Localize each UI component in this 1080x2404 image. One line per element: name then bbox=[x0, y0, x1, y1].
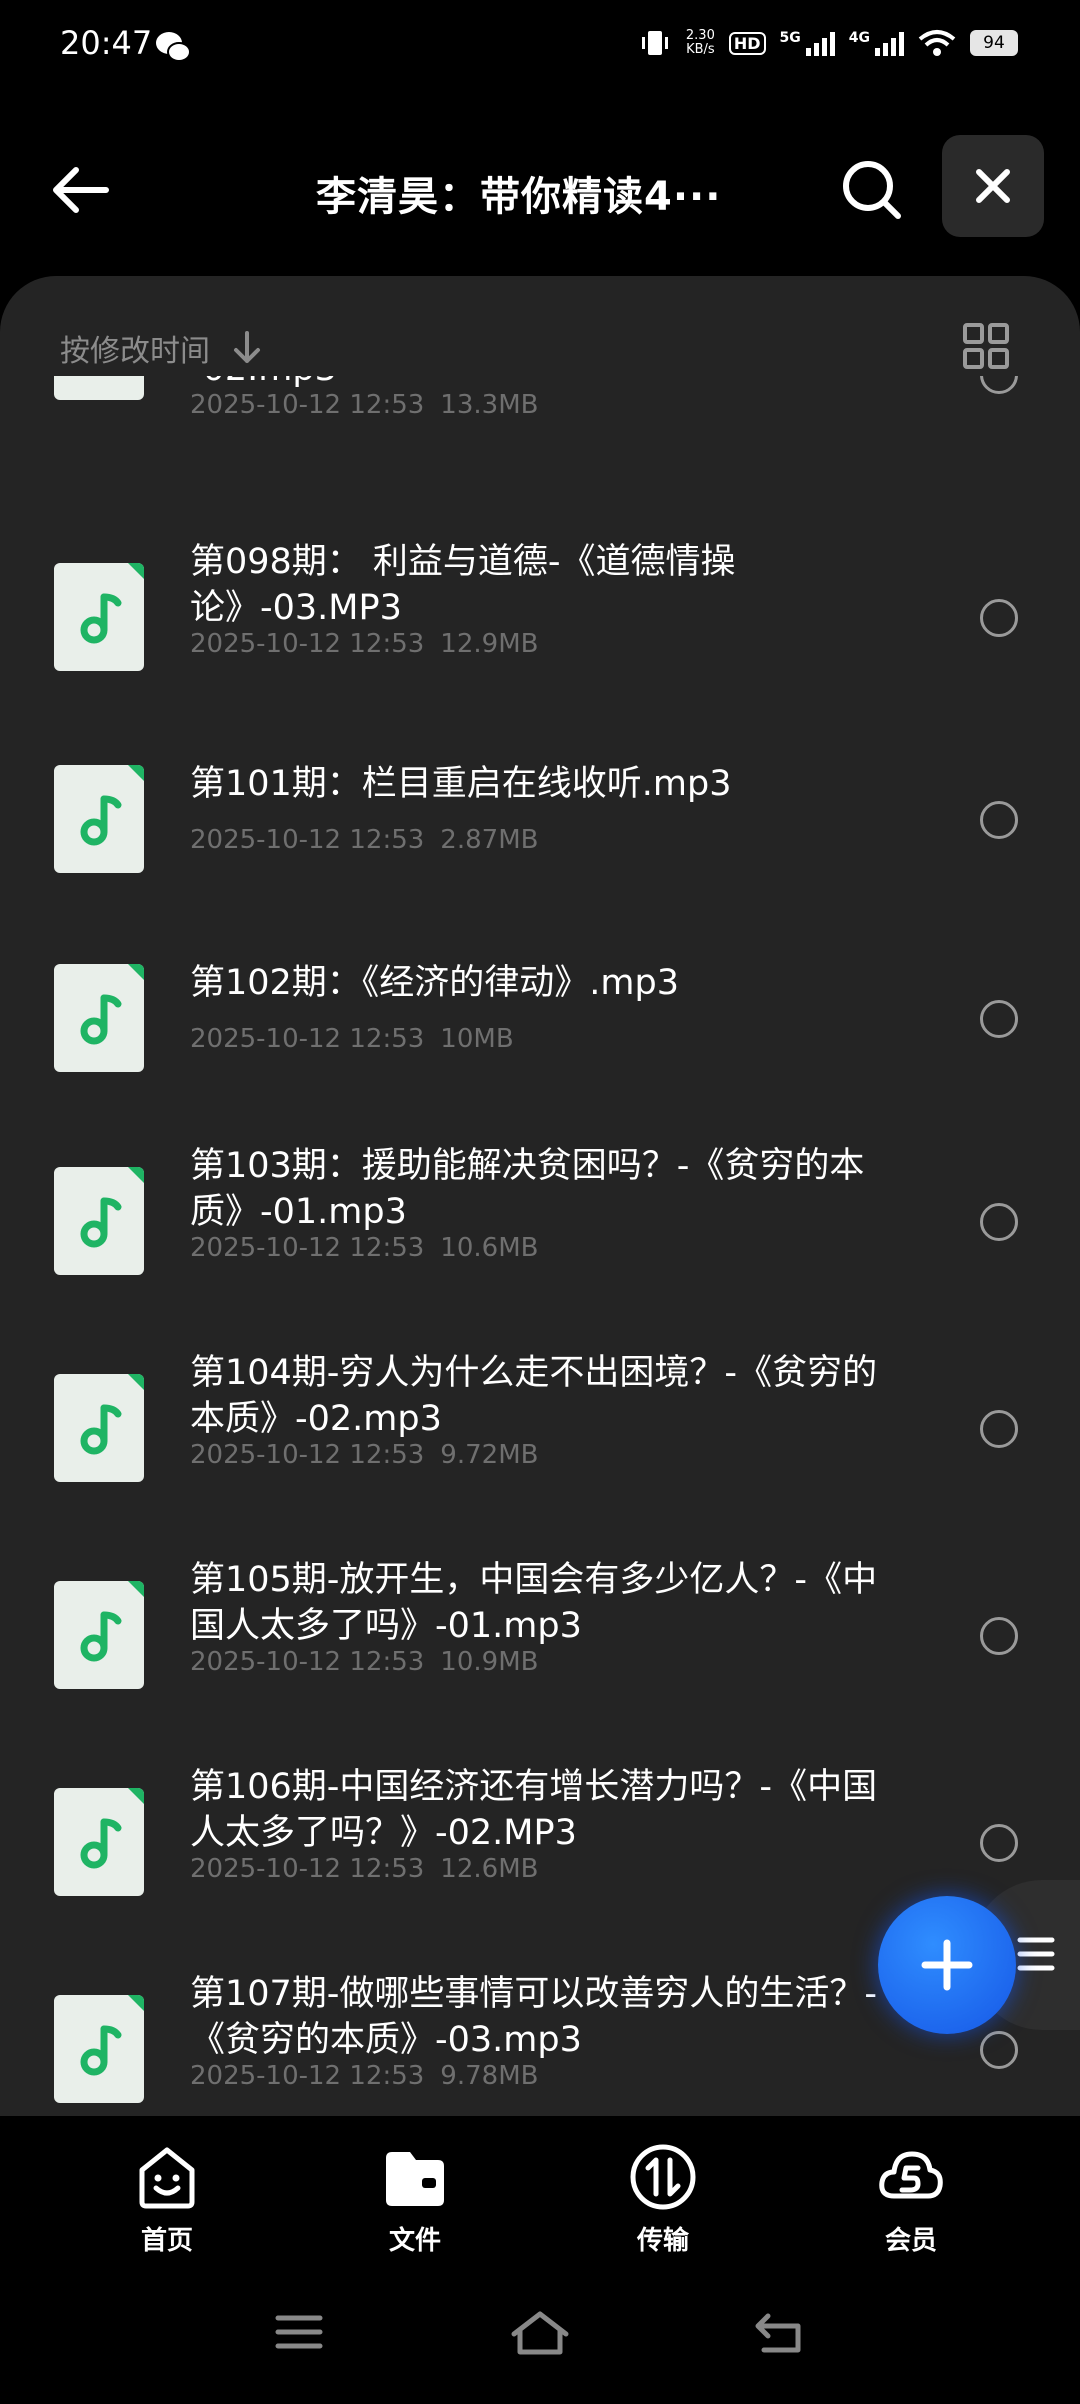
select-radio[interactable] bbox=[980, 801, 1018, 839]
wifi-icon bbox=[918, 30, 956, 56]
search-icon[interactable] bbox=[840, 158, 904, 222]
select-radio[interactable] bbox=[980, 1410, 1018, 1448]
status-indicators: 2.30 KB/s HD 5G 4G 94 bbox=[638, 28, 1018, 58]
nav-home-label: 首页 bbox=[140, 2226, 193, 2256]
nav-files-label: 文件 bbox=[388, 2226, 441, 2256]
sort-selector[interactable]: 按修改时间 bbox=[60, 326, 262, 370]
select-radio[interactable] bbox=[980, 1617, 1018, 1655]
nav-transfer-label: 传输 bbox=[636, 2226, 689, 2256]
battery-indicator: 94 bbox=[970, 30, 1018, 56]
select-radio[interactable] bbox=[980, 1203, 1018, 1241]
vibrate-icon bbox=[641, 31, 668, 55]
plus-icon bbox=[921, 1939, 973, 1991]
close-button[interactable] bbox=[942, 135, 1044, 237]
file-meta: 2025-10-12 12:53 2.87MB bbox=[190, 825, 539, 855]
nav-transfer[interactable]: 传输 bbox=[588, 2142, 738, 2257]
select-radio[interactable] bbox=[980, 376, 1018, 394]
page-title: 李清昊：带你精读4··· bbox=[316, 174, 722, 220]
file-name: 第105期-放开生，中国会有多少亿人？-《中国人太多了吗》-01.mp3 bbox=[190, 1560, 878, 1646]
grid-view-icon[interactable] bbox=[962, 322, 1010, 370]
select-radio[interactable] bbox=[980, 599, 1018, 637]
recent-apps-icon[interactable] bbox=[274, 2312, 324, 2352]
cloud-vip-icon bbox=[879, 2151, 943, 2199]
signal-4g-icon: 4G bbox=[849, 30, 904, 56]
audio-file-icon bbox=[54, 1581, 144, 1689]
transfer-icon bbox=[630, 2144, 696, 2210]
audio-file-icon bbox=[54, 376, 144, 400]
file-name: 第103期：援助能解决贫困吗？-《贫穷的本质》-01.mp3 bbox=[190, 1146, 865, 1232]
nav-files[interactable]: 文件 bbox=[340, 2142, 490, 2257]
back-icon[interactable] bbox=[754, 2310, 804, 2356]
file-name: 第107期-做哪些事情可以改善穷人的生活？-《贫穷的本质》-03.mp3 bbox=[190, 1974, 878, 2060]
nav-vip[interactable]: 会员 bbox=[836, 2142, 986, 2257]
file-list: -02.mp3 2025-10-12 12:5313.3MB 第098期： 利益… bbox=[0, 376, 1080, 2116]
file-list-panel: 按修改时间 -02.mp3 2025-10-12 12:5313.3MB 第09… bbox=[0, 276, 1080, 2116]
nav-vip-label: 会员 bbox=[884, 2226, 937, 2256]
bottom-nav: 首页 文件 传输 会员 bbox=[0, 2118, 1080, 2268]
file-name: 第101期：栏目重启在线收听.mp3 bbox=[190, 764, 732, 804]
file-name: 第098期： 利益与道德-《道德情操论》-03.MP3 bbox=[190, 542, 736, 628]
audio-file-icon bbox=[54, 1995, 144, 2103]
audio-file-icon bbox=[54, 1167, 144, 1275]
file-meta: 2025-10-12 12:53 10MB bbox=[190, 1024, 514, 1054]
audio-file-icon bbox=[54, 1788, 144, 1896]
menu-icon bbox=[1017, 1937, 1055, 1971]
status-bar: 20:47 2.30 KB/s HD 5G 4G 94 bbox=[0, 0, 1080, 96]
audio-file-icon bbox=[54, 765, 144, 873]
signal-5g-icon: 5G bbox=[780, 30, 835, 56]
home-icon[interactable] bbox=[508, 2308, 572, 2356]
app-header: 李清昊：带你精读4··· bbox=[0, 120, 1080, 250]
file-meta: 2025-10-12 12:53 9.72MB bbox=[190, 1440, 539, 1470]
file-name: 第104期-穷人为什么走不出困境？-《贫穷的本质》-02.mp3 bbox=[190, 1353, 878, 1439]
add-button[interactable] bbox=[878, 1896, 1016, 2034]
network-speed: 2.30 KB/s bbox=[685, 28, 715, 57]
file-meta: 2025-10-12 12:53 13.3MB bbox=[190, 390, 539, 420]
audio-file-icon bbox=[54, 563, 144, 671]
file-meta: 2025-10-12 12:53 12.9MB bbox=[190, 629, 539, 659]
clock: 20:47 bbox=[60, 24, 153, 62]
sort-label: 按修改时间 bbox=[60, 334, 210, 369]
audio-file-icon bbox=[54, 964, 144, 1072]
nav-home[interactable]: 首页 bbox=[92, 2142, 242, 2257]
select-radio[interactable] bbox=[980, 2031, 1018, 2069]
select-radio[interactable] bbox=[980, 1824, 1018, 1862]
file-meta: 2025-10-12 12:53 10.6MB bbox=[190, 1233, 539, 1263]
system-nav-bar bbox=[0, 2300, 1080, 2404]
hd-badge: HD bbox=[728, 31, 766, 55]
folder-icon bbox=[386, 2152, 444, 2206]
select-radio[interactable] bbox=[980, 1000, 1018, 1038]
file-meta: 2025-10-12 12:53 10.9MB bbox=[190, 1647, 539, 1677]
back-arrow-icon[interactable] bbox=[48, 158, 112, 222]
audio-file-icon bbox=[54, 1374, 144, 1482]
file-name: 第106期-中国经济还有增长潜力吗？-《中国人太多了吗？》-02.MP3 bbox=[190, 1767, 878, 1853]
smiley-home-icon bbox=[139, 2147, 195, 2209]
arrow-down-icon bbox=[234, 331, 260, 363]
file-name: 第102期：《经济的律动》.mp3 bbox=[190, 963, 680, 1003]
close-icon bbox=[976, 169, 1010, 203]
wechat-icon bbox=[156, 32, 191, 62]
file-meta: 2025-10-12 12:53 12.6MB bbox=[190, 1854, 539, 1884]
file-meta: 2025-10-12 12:53 9.78MB bbox=[190, 2061, 539, 2091]
